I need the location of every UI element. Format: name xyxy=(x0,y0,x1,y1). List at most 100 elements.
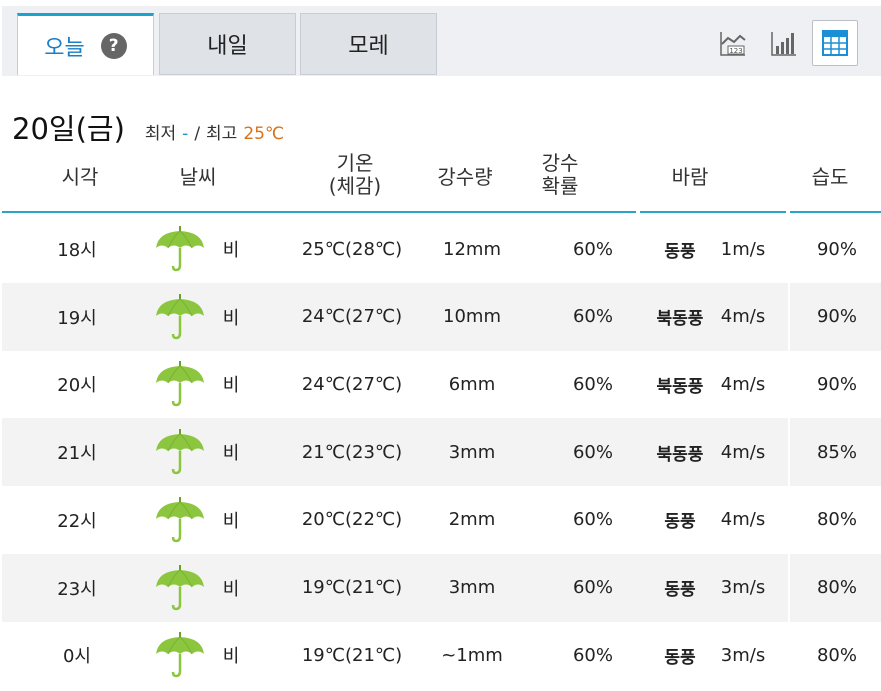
row-weather: 비 xyxy=(222,375,240,397)
column-separator xyxy=(788,418,790,487)
row-precip-prob: 60% xyxy=(572,644,613,666)
date-title: 20일(금) xyxy=(12,112,125,146)
col-header-weather: 날씨 xyxy=(179,165,217,189)
row-weather: 비 xyxy=(222,240,240,261)
row-temp: 24℃(27℃) xyxy=(301,306,403,328)
column-separator xyxy=(788,215,790,283)
tab-day-after-label: 모레 xyxy=(348,34,389,59)
min-temp-label: 최저 xyxy=(144,124,177,144)
date-summary: 20일(금) 최저 - / 최고 25℃ xyxy=(12,106,284,148)
row-weather: 비 xyxy=(222,510,240,532)
row-time: 19시 xyxy=(57,307,97,329)
umbrella-icon xyxy=(152,486,208,554)
header-underline-wind xyxy=(640,211,786,213)
row-temp: 19℃(21℃) xyxy=(301,644,403,666)
table-row: 19시 비 24℃(27℃) 10mm 60% 북동풍 4m/s 90% xyxy=(2,282,881,351)
min-temp-value: - xyxy=(182,124,189,144)
umbrella-icon xyxy=(152,418,208,486)
row-precip-prob: 60% xyxy=(572,577,613,598)
row-wind-dir: 북동풍 xyxy=(656,376,704,397)
row-time: 22시 xyxy=(57,510,97,532)
table-row: 23시 비 19℃(21℃) 3mm 60% 동풍 3m/s 80% xyxy=(2,553,881,622)
bar-chart-icon xyxy=(771,32,796,56)
row-time: 20시 xyxy=(57,375,97,397)
row-precip: 6mm xyxy=(448,373,496,395)
row-weather: 비 xyxy=(222,307,240,329)
row-temp: 20℃(22℃) xyxy=(301,509,403,531)
row-wind-speed: 3m/s xyxy=(720,644,766,666)
table-row: 22시 비 20℃(22℃) 2mm 60% 동풍 4m/s 80% xyxy=(2,485,881,554)
row-wind-dir: 동풍 xyxy=(664,241,696,262)
col-header-time: 시각 xyxy=(61,165,99,189)
row-wind-speed: 3m/s xyxy=(720,577,766,598)
day-tab-bar: 오늘 ? 내일 모레 123 xyxy=(2,6,881,76)
tab-today[interactable]: 오늘 ? xyxy=(17,13,154,75)
row-wind-dir: 동풍 xyxy=(664,512,696,533)
tab-tomorrow[interactable]: 내일 xyxy=(159,13,296,75)
table-row: 18시 비 25℃(28℃) 12mm 60% 동풍 1m/s 90% xyxy=(2,215,881,283)
row-humidity: 85% xyxy=(816,441,857,463)
row-temp: 25℃(28℃) xyxy=(301,238,403,260)
row-precip-prob: 60% xyxy=(572,238,613,260)
row-precip-prob: 60% xyxy=(572,509,613,531)
col-header-precip: 강수량 xyxy=(437,165,493,189)
table-icon xyxy=(822,30,848,56)
tab-tomorrow-label: 내일 xyxy=(207,34,248,59)
row-time: 23시 xyxy=(57,578,97,600)
tab-today-label: 오늘 xyxy=(44,35,85,61)
row-time: 21시 xyxy=(57,443,97,465)
row-wind-speed: 4m/s xyxy=(720,306,766,328)
row-precip: 10mm xyxy=(443,306,501,328)
row-weather: 비 xyxy=(222,578,240,600)
col-header-prob-line1: 강수 xyxy=(541,151,579,175)
row-wind-dir: 북동풍 xyxy=(656,309,704,330)
row-weather: 비 xyxy=(222,443,240,465)
row-precip-prob: 60% xyxy=(572,373,613,395)
row-wind-speed: 4m/s xyxy=(720,509,766,531)
col-header-wind: 바람 xyxy=(671,165,709,189)
row-humidity: 80% xyxy=(816,577,857,598)
row-precip: 3mm xyxy=(448,577,496,598)
help-icon[interactable]: ? xyxy=(100,32,127,59)
row-wind-dir: 동풍 xyxy=(664,647,696,668)
line-chart-view-button[interactable]: 123 xyxy=(710,20,756,66)
row-time: 0시 xyxy=(62,646,91,668)
col-header-prob-line2: 확률 xyxy=(541,174,579,198)
col-header-temp: 기온 (체감) xyxy=(310,152,400,198)
row-weather: 비 xyxy=(222,646,240,668)
table-view-button[interactable] xyxy=(812,20,858,66)
line-chart-badge: 123 xyxy=(729,47,742,55)
row-humidity: 80% xyxy=(816,644,857,666)
umbrella-icon xyxy=(152,283,208,351)
column-separator xyxy=(788,282,790,351)
max-temp-value: 25℃ xyxy=(243,124,285,144)
tab-day-after[interactable]: 모레 xyxy=(300,13,437,75)
umbrella-icon xyxy=(152,350,208,418)
umbrella-icon xyxy=(152,554,208,622)
table-row: 20시 비 24℃(27℃) 6mm 60% 북동풍 4m/s 90% xyxy=(2,350,881,419)
row-wind-dir: 동풍 xyxy=(664,580,696,600)
column-separator xyxy=(788,621,790,690)
row-temp: 24℃(27℃) xyxy=(301,373,403,395)
row-precip-prob: 60% xyxy=(572,306,613,328)
temp-separator: / xyxy=(194,124,201,144)
bar-chart-view-button[interactable] xyxy=(761,20,807,66)
umbrella-icon xyxy=(152,621,208,689)
table-row: 21시 비 21℃(23℃) 3mm 60% 북동풍 4m/s 85% xyxy=(2,418,881,487)
header-underline-main xyxy=(2,211,636,213)
col-header-temp-line1: 기온 xyxy=(336,151,374,175)
column-separator xyxy=(788,350,790,419)
table-row: 0시 비 19℃(21℃) ~1mm 60% 동풍 3m/s 80% xyxy=(2,621,881,690)
row-humidity: 90% xyxy=(816,373,857,395)
row-temp: 19℃(21℃) xyxy=(301,577,403,598)
row-humidity: 80% xyxy=(816,509,857,531)
row-precip: 12mm xyxy=(443,238,501,260)
row-wind-speed: 1m/s xyxy=(720,238,766,260)
line-chart-icon: 123 xyxy=(720,32,746,56)
row-wind-speed: 4m/s xyxy=(720,373,766,395)
row-precip: 2mm xyxy=(448,509,496,531)
column-separator xyxy=(788,553,790,622)
row-wind-dir: 북동풍 xyxy=(656,444,704,465)
row-precip-prob: 60% xyxy=(572,441,613,463)
col-header-temp-line2: (체감) xyxy=(328,174,382,198)
